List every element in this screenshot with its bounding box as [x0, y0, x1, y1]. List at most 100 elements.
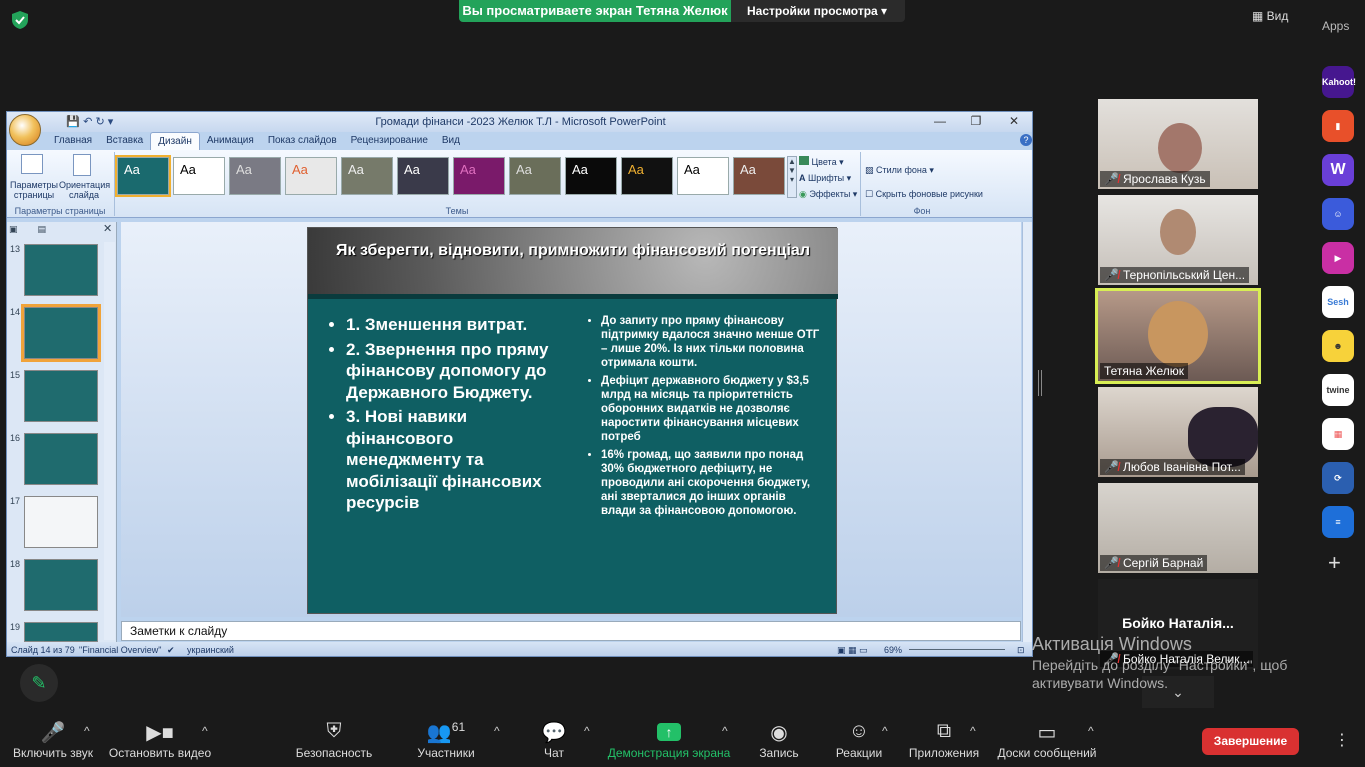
theme-thumb-4[interactable]: Aa [285, 157, 337, 195]
theme-thumb-5[interactable]: Aa [341, 157, 393, 195]
language[interactable]: украинский [187, 642, 234, 656]
participant-tile[interactable]: 🎤̸ Сергій Барнай [1098, 483, 1258, 573]
slide-thumbnail-18[interactable] [24, 559, 98, 611]
tab-design[interactable]: Дизайн [150, 132, 200, 150]
slide-thumbnail-13[interactable] [24, 244, 98, 296]
quick-access-toolbar[interactable]: 💾 ↶ ↻ ▾ [45, 115, 113, 128]
chevron-up-icon[interactable]: ^ [1088, 724, 1094, 738]
app-icon-2[interactable]: ▮ [1322, 110, 1354, 142]
minimize-button[interactable]: — [929, 114, 951, 130]
office-button[interactable] [9, 114, 41, 146]
participant-tile[interactable]: 🎤̸ Тернопільський Цен... [1098, 195, 1258, 285]
kahoot-app[interactable]: Kahoot! [1322, 66, 1356, 98]
pane-tabs[interactable]: ▣ ▤ [9, 224, 46, 235]
chevron-up-icon[interactable]: ^ [584, 724, 590, 738]
fonts-button[interactable]: A Шрифты ▾ [799, 170, 857, 186]
app-icon-9[interactable]: ▦ [1322, 418, 1354, 450]
chat-button[interactable]: 💬 Чат [534, 720, 574, 760]
end-meeting-button[interactable]: Завершение [1202, 728, 1299, 755]
theme-thumb-7[interactable]: Aa [453, 157, 505, 195]
theme-thumb-9[interactable]: Aa [565, 157, 617, 195]
save-icon[interactable]: 💾 [66, 116, 80, 128]
chevron-up-icon[interactable]: ^ [84, 724, 90, 738]
theme-thumb-12[interactable]: Aa [733, 157, 785, 195]
slide-thumbnail-16[interactable] [24, 433, 98, 485]
stop-video-button[interactable]: ▶■ Остановить видео [108, 720, 212, 760]
slide-scrollbar[interactable] [1022, 222, 1032, 642]
participants-button[interactable]: 👥61 Участники [410, 720, 482, 760]
tab-home[interactable]: Главная [47, 132, 99, 150]
security-shield-icon[interactable] [10, 10, 30, 30]
colors-label: Цвета [811, 157, 837, 167]
app-icon-5[interactable]: ▶ [1322, 242, 1354, 274]
participant-tile[interactable]: 🎤̸ Ярослава Кузь [1098, 99, 1258, 189]
hide-bg-checkbox[interactable]: ☐ Скрыть фоновые рисунки [865, 182, 983, 206]
theme-thumb-1[interactable]: Aa [115, 155, 171, 197]
annotate-pencil-icon[interactable]: ✎ [20, 664, 58, 702]
twine-app[interactable]: twine [1322, 374, 1354, 406]
mic-muted-icon: 🎤̸ [1104, 460, 1119, 474]
whiteboard-button[interactable]: ▭ Доски сообщений [994, 720, 1100, 760]
chevron-up-icon[interactable]: ^ [722, 724, 728, 738]
zoom-level[interactable]: 69% [884, 642, 902, 656]
restore-button[interactable]: ❐ [965, 114, 987, 130]
spellcheck-icon[interactable]: ✔ [167, 642, 175, 656]
fit-icon[interactable]: ⊡ [1017, 642, 1025, 656]
zoom-slider[interactable] [909, 649, 1005, 650]
more-options-icon[interactable]: ⋮ [1334, 730, 1350, 750]
chevron-up-icon[interactable]: ^ [202, 724, 208, 738]
participant-tile-speaking[interactable]: Тетяна Желюк [1095, 288, 1261, 384]
record-button[interactable]: ◉ Запись [754, 720, 804, 760]
slide-thumbnail-17[interactable] [24, 496, 98, 548]
add-app-icon[interactable]: + [1328, 550, 1341, 576]
share-screen-button[interactable]: ↑ Демонстрация экрана [604, 720, 734, 760]
colors-button[interactable]: Цвета ▾ [799, 154, 857, 170]
bg-styles-button[interactable]: ▨ Стили фона ▾ [865, 158, 983, 182]
theme-thumb-3[interactable]: Aa [229, 157, 281, 195]
view-button[interactable]: ▦ Вид [1252, 9, 1302, 29]
panel-resize-handle[interactable] [1038, 370, 1042, 396]
theme-thumb-11[interactable]: Aa [677, 157, 729, 195]
participant-tile[interactable]: 🎤̸ Любов Іванівна Пот... [1098, 387, 1258, 477]
chevron-up-icon[interactable]: ^ [494, 724, 500, 738]
help-icon[interactable]: ? [1020, 134, 1032, 146]
view-buttons[interactable]: ▣ ▦ ▭ [837, 642, 868, 656]
theme-thumb-10[interactable]: Aa [621, 157, 673, 195]
tab-slideshow[interactable]: Показ слайдов [261, 132, 344, 150]
redo-icon[interactable]: ↻ [95, 116, 104, 128]
reactions-button[interactable]: ☺ Реакции [832, 720, 886, 760]
chevron-up-icon[interactable]: ^ [882, 724, 888, 738]
current-slide[interactable]: Як зберегти, відновити, примножити фінан… [307, 227, 838, 614]
page-setup-button[interactable]: Параметры страницы [9, 180, 59, 200]
slide-thumbnail-14[interactable] [21, 304, 101, 362]
app-icon-10[interactable]: ⟳ [1322, 462, 1354, 494]
close-pane-icon[interactable]: ✕ [103, 222, 112, 235]
effects-button[interactable]: ◉ Эффекты ▾ [799, 186, 857, 202]
sesh-app[interactable]: Sesh [1322, 286, 1354, 318]
security-button[interactable]: ⛨ Безопасность [290, 720, 378, 760]
app-icon-7[interactable]: ☻ [1322, 330, 1354, 362]
view-options-menu[interactable]: Настройки просмотра ▾ [731, 0, 905, 22]
slide-thumbnail-19[interactable] [24, 622, 98, 642]
close-button[interactable]: ✕ [1003, 114, 1025, 130]
tab-view[interactable]: Вид [435, 132, 467, 150]
app-icon-11[interactable]: ≡ [1322, 506, 1354, 538]
theme-thumb-8[interactable]: Aa [509, 157, 561, 195]
app-icon-w[interactable]: W [1322, 154, 1354, 186]
apps-label[interactable]: Apps [1322, 19, 1349, 33]
thumbs-scrollbar[interactable] [104, 242, 115, 640]
theme-thumb-6[interactable]: Aa [397, 157, 449, 195]
tab-animation[interactable]: Анимация [200, 132, 261, 150]
theme-thumb-2[interactable]: Aa [173, 157, 225, 195]
participant-video [1160, 209, 1196, 255]
orientation-button[interactable]: Ориентация слайда [59, 180, 110, 200]
notes-field[interactable]: Заметки к слайду [121, 621, 1021, 641]
undo-icon[interactable]: ↶ [83, 116, 92, 128]
share-screen-icon: ↑ [604, 720, 734, 746]
app-icon-4[interactable]: ☺ [1322, 198, 1354, 230]
tab-review[interactable]: Рецензирование [344, 132, 435, 150]
slide-thumbnail-15[interactable] [24, 370, 98, 422]
theme-gallery-scroll[interactable]: ▲ ▼ ▾ [787, 156, 797, 198]
tab-insert[interactable]: Вставка [99, 132, 150, 150]
chevron-up-icon[interactable]: ^ [970, 724, 976, 738]
